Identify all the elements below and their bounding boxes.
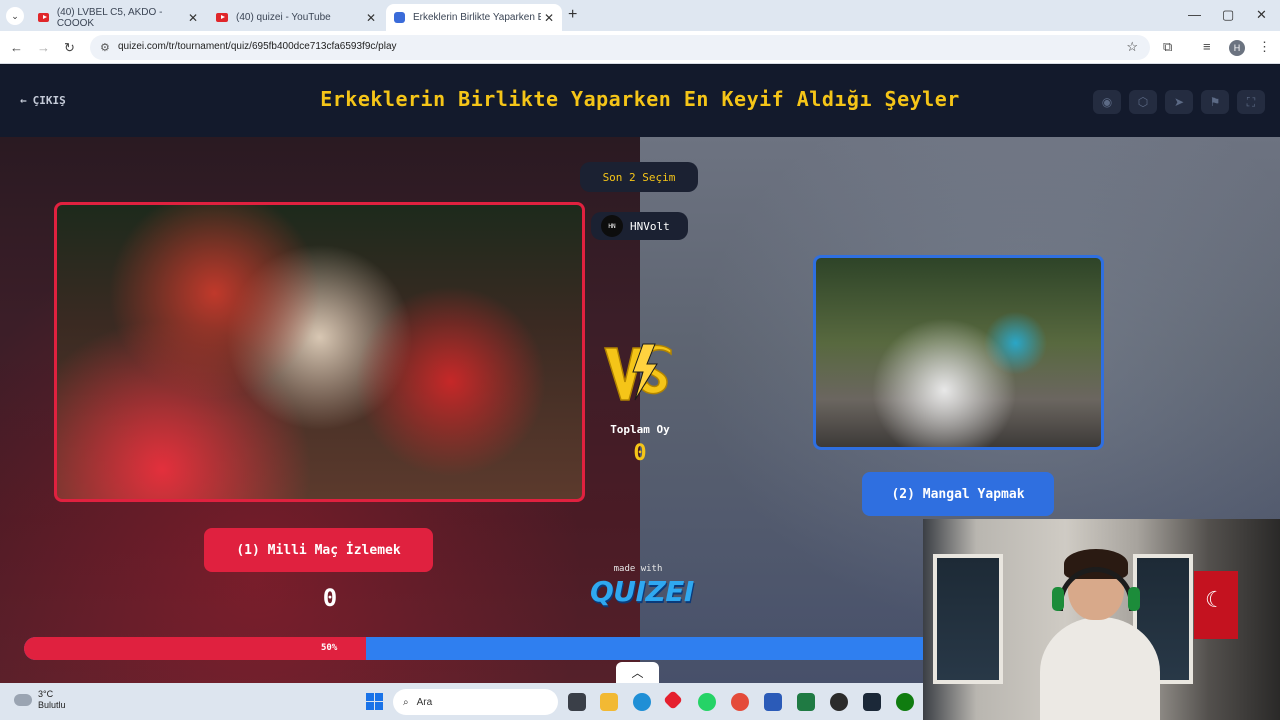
headset-ear-left [1052, 587, 1064, 611]
start-icon[interactable] [366, 693, 383, 710]
weather-widget[interactable]: 3°C Bulutlu [14, 689, 66, 711]
flag-icon[interactable]: ⚑ [1201, 90, 1229, 114]
reload-icon[interactable]: ↻ [64, 40, 75, 56]
obs-icon[interactable] [830, 693, 848, 711]
minimize-button[interactable]: — [1188, 7, 1201, 22]
xbox-icon[interactable] [896, 693, 914, 711]
site-info-icon[interactable]: ⚙ [100, 41, 110, 54]
browser-tab-3[interactable]: Erkeklerin Birlikte Yaparken En K ✕ [386, 4, 562, 31]
option-1-image[interactable] [54, 202, 585, 502]
app-icon[interactable] [663, 690, 683, 710]
tab-title: (40) LVBEL C5, AKDO - COOOK [56, 6, 163, 29]
total-votes-value: 0 [633, 441, 647, 466]
word-icon[interactable] [764, 693, 782, 711]
taskbar-search[interactable]: ⌕ Ara [393, 689, 558, 715]
windows-taskbar: 3°C Bulutlu ⌕ Ara [0, 683, 923, 720]
cloud-icon [14, 694, 32, 706]
browser-tab-bar: ⌄ (40) LVBEL C5, AKDO - COOOK ✕ (40) qui… [0, 0, 1280, 31]
quizei-logo[interactable]: QUIZEI [590, 575, 694, 608]
webcam-overlay [923, 519, 1280, 720]
exit-label: ÇIKIŞ [32, 94, 66, 107]
address-toolbar: ← → ↻ ⚙ quizei.com/tr/tournament/quiz/69… [0, 31, 1280, 64]
webcam-window [933, 554, 1003, 684]
menu-icon[interactable]: ⋮ [1258, 39, 1271, 55]
share-icon[interactable]: ⬡ [1129, 90, 1157, 114]
media-icon[interactable]: ≡ [1203, 39, 1211, 54]
excel-icon[interactable] [797, 693, 815, 711]
bookmark-star-icon[interactable]: ☆ [1126, 39, 1138, 55]
tab-close-icon[interactable]: ✕ [544, 11, 554, 25]
back-icon[interactable]: ← [10, 40, 23, 55]
vote-progress-label: 50% [321, 643, 338, 653]
weather-temp: 3°C [38, 689, 54, 699]
send-icon[interactable]: ➤ [1165, 90, 1193, 114]
weather-text: 3°C Bulutlu [38, 689, 66, 711]
streamer-body [1040, 617, 1160, 720]
total-votes-label: Toplam Oy [610, 423, 670, 436]
browser-tab-2[interactable]: (40) quizei - YouTube ✕ [208, 4, 384, 31]
browser-tab-1[interactable]: (40) LVBEL C5, AKDO - COOOK ✕ [30, 4, 206, 31]
quizei-favicon-icon [394, 12, 405, 23]
creator-badge[interactable]: HN HNVolt [591, 212, 688, 240]
maximize-button[interactable]: ▢ [1222, 7, 1234, 23]
tab-close-icon[interactable]: ✕ [188, 11, 198, 25]
vs-icon [603, 343, 672, 401]
tab-title: Erkeklerin Birlikte Yaparken En K [413, 12, 541, 23]
forward-icon[interactable]: → [37, 40, 50, 55]
edge-icon[interactable] [633, 693, 651, 711]
tab-search-icon[interactable]: ⌄ [6, 7, 24, 25]
option-2-button[interactable]: (2) Mangal Yapmak [862, 472, 1054, 516]
weather-desc: Bulutlu [38, 700, 66, 710]
tab-close-icon[interactable]: ✕ [366, 11, 376, 25]
creator-avatar: HN [601, 215, 623, 237]
search-placeholder: Ara [416, 696, 433, 708]
eye-icon[interactable]: ◉ [1093, 90, 1121, 114]
creator-name: HNVolt [630, 219, 670, 233]
chevron-up-icon[interactable]: ︿ [616, 662, 659, 683]
close-window-button[interactable]: ✕ [1256, 7, 1267, 23]
exit-button[interactable]: ← ÇIKIŞ [20, 94, 66, 107]
tab-title: (40) quizei - YouTube [236, 12, 331, 23]
steam-icon[interactable] [863, 693, 881, 711]
turkish-flag [1194, 571, 1238, 639]
vote-progress-bar: 50% [24, 637, 924, 660]
file-explorer-icon[interactable] [600, 693, 618, 711]
streamer [1040, 549, 1160, 720]
task-view-icon[interactable] [568, 693, 586, 711]
whatsapp-icon[interactable] [698, 693, 716, 711]
search-icon: ⌕ [403, 696, 409, 708]
option-1-votes: 0 [322, 584, 338, 612]
arrow-left-icon: ← [20, 94, 27, 107]
youtube-icon [216, 13, 228, 22]
headset-ear-right [1128, 587, 1140, 611]
new-tab-button[interactable]: + [568, 6, 577, 24]
profile-avatar[interactable]: H [1229, 40, 1245, 56]
omnibox[interactable]: ⚙ quizei.com/tr/tournament/quiz/695fb400… [90, 35, 1150, 60]
youtube-icon [38, 13, 49, 22]
fullscreen-icon[interactable]: ⛶ [1237, 90, 1265, 114]
made-with-label: made with [613, 564, 663, 574]
vote-progress-fill [24, 637, 366, 660]
chrome-icon[interactable] [731, 693, 749, 711]
option-2-image[interactable] [813, 255, 1104, 450]
round-badge: Son 2 Seçim [580, 162, 698, 192]
quiz-header: ← ÇIKIŞ Erkeklerin Birlikte Yaparken En … [0, 65, 1280, 137]
option-1-button[interactable]: (1) Milli Maç İzlemek [204, 528, 433, 572]
url-text[interactable]: quizei.com/tr/tournament/quiz/695fb400dc… [118, 41, 397, 52]
extensions-icon[interactable]: ⧉ [1163, 39, 1172, 55]
quiz-title: Erkeklerin Birlikte Yaparken En Keyif Al… [320, 87, 960, 111]
